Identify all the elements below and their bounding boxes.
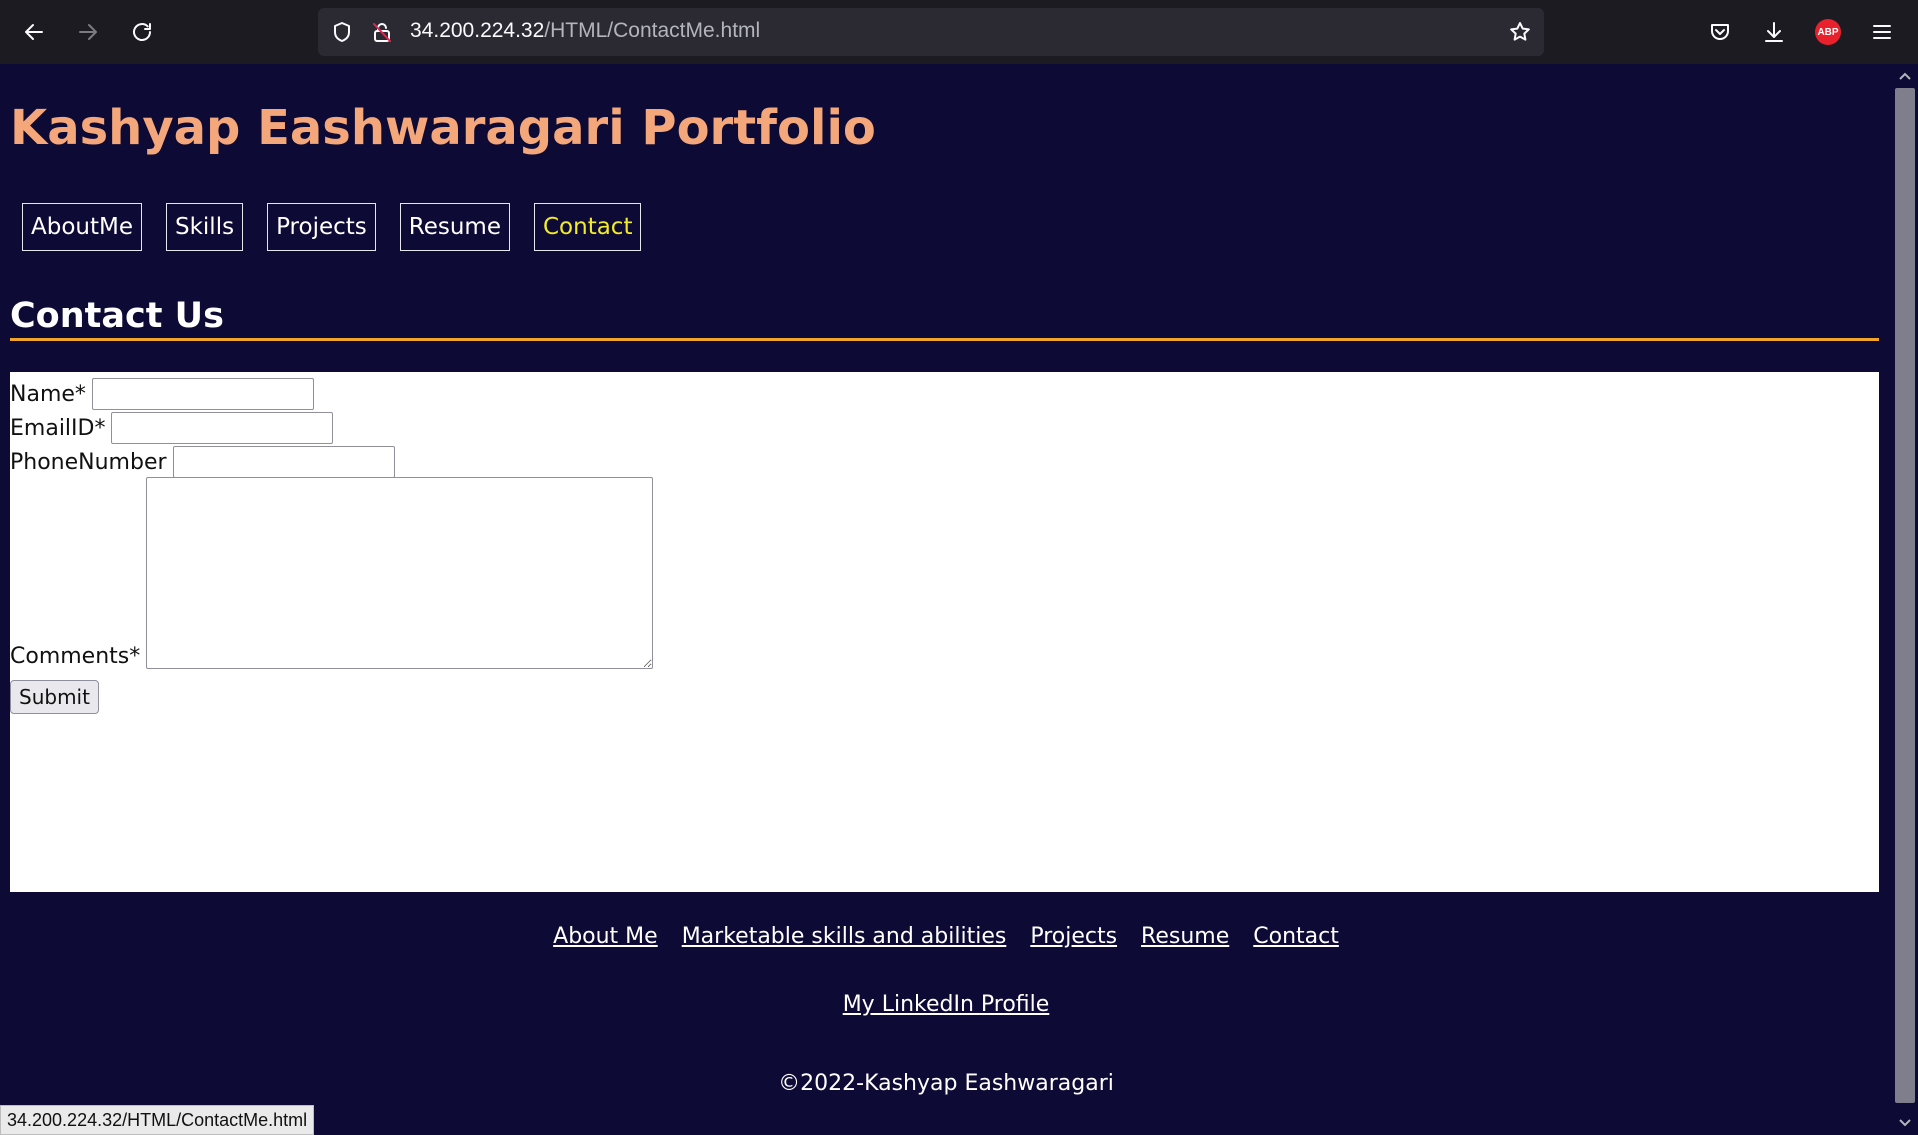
- forward-button[interactable]: [70, 14, 106, 50]
- star-icon[interactable]: [1508, 20, 1532, 44]
- scroll-up-button[interactable]: [1892, 64, 1918, 88]
- phone-label: PhoneNumber: [10, 449, 167, 475]
- submit-button[interactable]: Submit: [10, 680, 99, 714]
- app-menu-button[interactable]: [1864, 14, 1900, 50]
- reload-icon: [133, 23, 151, 41]
- footer-link-skills[interactable]: Marketable skills and abilities: [682, 924, 1007, 949]
- footer-nav: About Me Marketable skills and abilities…: [0, 924, 1892, 949]
- email-label: EmailID*: [10, 415, 106, 441]
- nav-resume[interactable]: Resume: [399, 203, 510, 251]
- contact-form: Name* EmailID* PhoneNumber Comments* Sub…: [10, 372, 1879, 892]
- email-input[interactable]: [111, 412, 334, 444]
- email-row: EmailID*: [10, 412, 334, 444]
- address-bar[interactable]: 34.200.224.32/HTML/ContactMe.html: [318, 8, 1544, 56]
- menu-icon: [1873, 25, 1891, 39]
- page-scrollbar[interactable]: [1892, 64, 1918, 1135]
- footer-link-resume[interactable]: Resume: [1141, 924, 1229, 949]
- scrollbar-thumb[interactable]: [1895, 88, 1915, 1103]
- footer-link-projects[interactable]: Projects: [1030, 924, 1117, 949]
- pocket-button[interactable]: [1702, 14, 1738, 50]
- chevron-up-icon: [1899, 72, 1911, 80]
- forward-icon: [79, 24, 97, 40]
- nav-skills[interactable]: Skills: [166, 203, 244, 251]
- comments-row: Comments*: [10, 477, 654, 669]
- nav-aboutme[interactable]: AboutMe: [22, 203, 142, 251]
- page-viewport: Kashyap Eashwaragari Portfolio AboutMe S…: [0, 64, 1892, 1135]
- nav-projects[interactable]: Projects: [267, 203, 376, 251]
- main-nav: AboutMe Skills Projects Resume Contact: [22, 203, 642, 251]
- phone-input[interactable]: [172, 446, 395, 478]
- footer-link-contact[interactable]: Contact: [1253, 924, 1339, 949]
- status-bar: 34.200.224.32/HTML/ContactMe.html: [0, 1105, 315, 1135]
- pocket-icon: [1711, 24, 1729, 40]
- adblock-button[interactable]: ABP: [1810, 14, 1846, 50]
- back-button[interactable]: [16, 14, 52, 50]
- scroll-down-button[interactable]: [1892, 1111, 1918, 1135]
- reload-button[interactable]: [124, 14, 160, 50]
- section-divider: [10, 338, 1879, 341]
- adblock-icon: ABP: [1815, 19, 1841, 45]
- phone-row: PhoneNumber: [10, 446, 395, 478]
- download-icon: [1765, 22, 1783, 42]
- browser-toolbar: 34.200.224.32/HTML/ContactMe.html ABP: [0, 0, 1918, 64]
- linkedin-row: My LinkedIn Profile: [0, 992, 1892, 1017]
- name-row: Name*: [10, 378, 314, 410]
- comments-textarea[interactable]: [146, 477, 654, 669]
- comments-label: Comments*: [10, 644, 141, 669]
- name-label: Name*: [10, 381, 86, 407]
- name-input[interactable]: [91, 378, 314, 410]
- copyright: ©2022-Kashyap Eashwaragari: [778, 1071, 1114, 1096]
- shield-icon[interactable]: [330, 20, 354, 44]
- url-host: 34.200.224.32: [410, 19, 545, 42]
- url-path: /HTML/ContactMe.html: [544, 19, 761, 42]
- downloads-button[interactable]: [1756, 14, 1792, 50]
- back-icon: [25, 24, 43, 40]
- lock-icon[interactable]: [370, 20, 394, 44]
- linkedin-link[interactable]: My LinkedIn Profile: [843, 992, 1050, 1017]
- url-text[interactable]: 34.200.224.32/HTML/ContactMe.html: [410, 19, 760, 43]
- site-title: Kashyap Eashwaragari Portfolio: [10, 100, 876, 156]
- nav-contact[interactable]: Contact: [533, 203, 642, 251]
- footer-link-about-me[interactable]: About Me: [553, 924, 658, 949]
- chevron-down-icon: [1899, 1119, 1911, 1127]
- section-title: Contact Us: [10, 296, 224, 336]
